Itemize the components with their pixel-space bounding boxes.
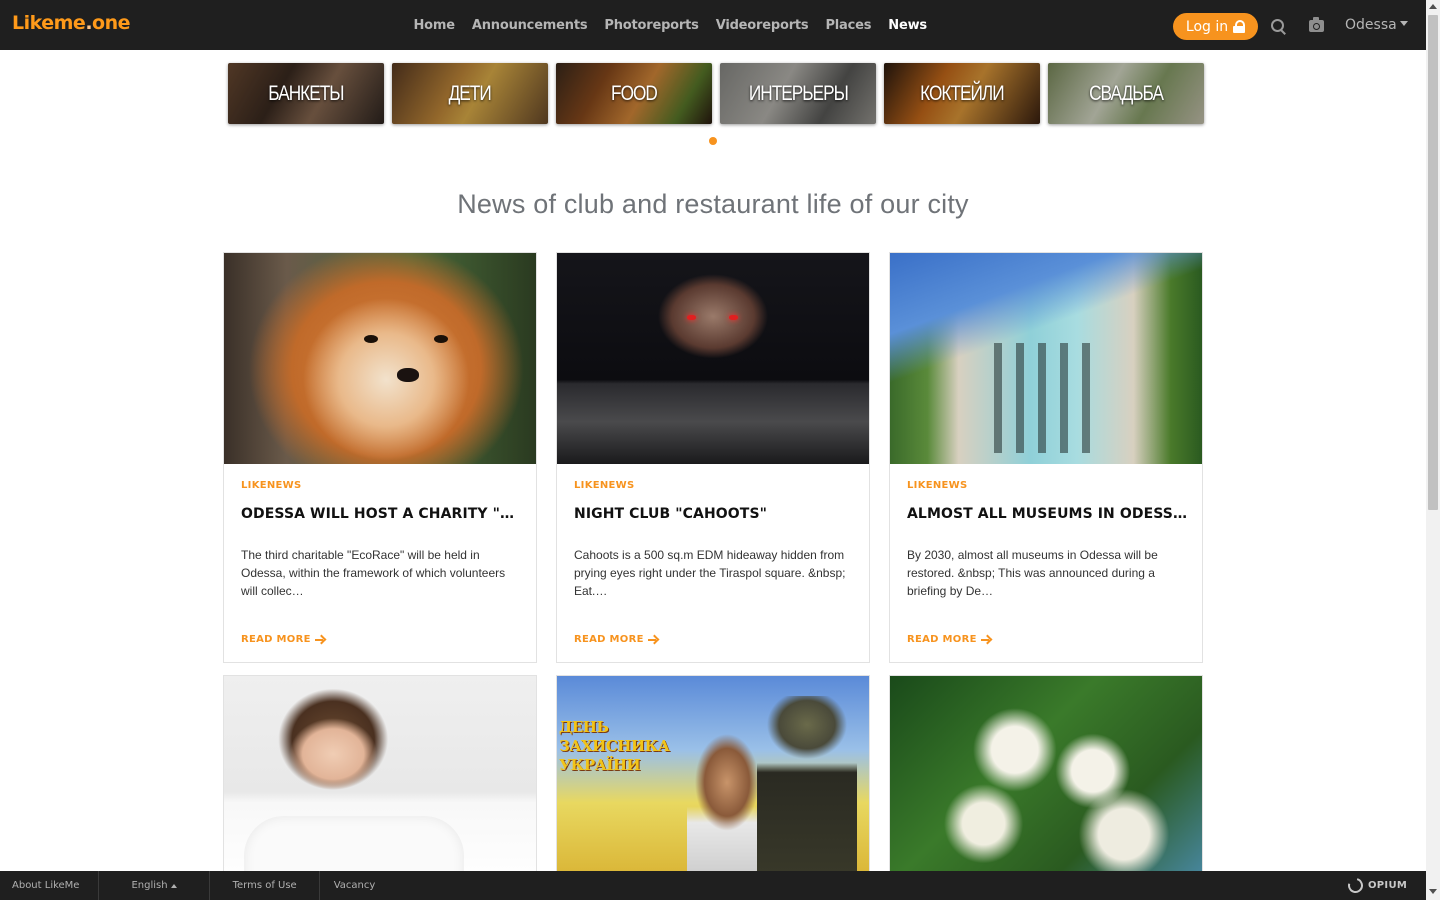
decorative-shape [434, 335, 448, 343]
news-card-title[interactable]: ODESSA WILL HOST A CHARITY "ECORACE" [241, 506, 521, 522]
login-button[interactable]: Log in [1173, 13, 1258, 40]
category-label: БАНКЕТЫ [268, 81, 344, 105]
language-label: English [131, 880, 168, 891]
category-label: КОКТЕЙЛИ [920, 81, 1004, 105]
footer-bar: About LikeMe English Terms of Use Vacanc… [0, 871, 1426, 900]
news-card-category[interactable]: LIKENEWS [241, 480, 302, 491]
page-title: News of club and restaurant life of our … [457, 189, 969, 219]
footer-about-link[interactable]: About LikeMe [0, 871, 100, 900]
top-navbar: Likeme.one Home Announcements Photorepor… [0, 0, 1426, 50]
read-more-link[interactable]: READ MORE [574, 634, 657, 645]
nav-places[interactable]: Places [825, 18, 871, 33]
nav-photoreports[interactable]: Photoreports [604, 18, 698, 33]
scroll-down-arrow-icon[interactable] [1429, 889, 1437, 894]
opium-label: OPIUM [1368, 880, 1408, 891]
language-selector[interactable]: English [99, 871, 210, 900]
news-card-body: LIKENEWS ODESSA WILL HOST A CHARITY "ECO… [224, 464, 536, 662]
read-more-label: READ MORE [241, 634, 311, 645]
arrow-right-icon [647, 635, 657, 644]
footer-terms-link[interactable]: Terms of Use [210, 871, 320, 900]
decorative-shape [687, 315, 696, 320]
news-card-excerpt: Cahoots is a 500 sq.m EDM hideaway hidde… [574, 548, 846, 598]
arrow-right-icon [980, 635, 990, 644]
arrow-right-icon [314, 635, 324, 644]
poster-line: ЗАХИСНИКА [559, 737, 670, 755]
category-carousel: БАНКЕТЫ ДЕТИ FOOD ИНТЕРЬЕРЫ КОКТЕЙЛИ СВА… [228, 63, 1204, 124]
read-more-link[interactable]: READ MORE [907, 634, 990, 645]
category-interiors[interactable]: ИНТЕРЬЕРЫ [720, 63, 876, 124]
category-label: СВАДЬБА [1089, 81, 1164, 105]
opium-logo-icon [1345, 875, 1366, 896]
city-dropdown[interactable]: Odessa [1345, 17, 1408, 33]
read-more-label: READ MORE [574, 634, 644, 645]
category-label: FOOD [611, 81, 658, 105]
news-card-image[interactable] [224, 676, 536, 887]
news-card-body: LIKENEWS ALMOST ALL MUSEUMS IN ODESSA AR… [890, 464, 1202, 662]
news-card-title[interactable]: ALMOST ALL MUSEUMS IN ODESSA ARE TO BE R… [907, 506, 1187, 522]
opium-brand[interactable]: OPIUM [1345, 875, 1408, 896]
news-card[interactable] [223, 675, 537, 887]
lock-icon [1233, 20, 1246, 33]
main-nav: Home Announcements Photoreports Videorep… [405, 0, 935, 50]
footer-vacancy-link[interactable]: Vacancy [320, 871, 376, 900]
login-button-label: Log in [1185, 18, 1229, 35]
search-icon[interactable] [1271, 19, 1287, 35]
carousel-indicator-dot[interactable] [709, 137, 717, 145]
decorative-shape [980, 343, 1100, 453]
category-wedding[interactable]: СВАДЬБА [1048, 63, 1204, 124]
scroll-up-arrow-icon[interactable] [1429, 4, 1437, 9]
poster-line: ДЕНЬ [559, 718, 609, 736]
site-logo[interactable]: Likeme.one [12, 12, 131, 34]
category-banquets[interactable]: БАНКЕТЫ [228, 63, 384, 124]
category-label: ДЕТИ [448, 81, 492, 105]
chevron-down-icon [1399, 21, 1408, 26]
nav-news[interactable]: News [888, 18, 927, 33]
decorative-shape [687, 726, 767, 887]
city-label: Odessa [1345, 17, 1397, 33]
news-card[interactable]: LIKENEWS ALMOST ALL MUSEUMS IN ODESSA AR… [889, 252, 1203, 663]
category-kids[interactable]: ДЕТИ [392, 63, 548, 124]
nav-home[interactable]: Home [414, 18, 456, 33]
news-card[interactable] [889, 675, 1203, 887]
read-more-label: READ MORE [907, 634, 977, 645]
news-card-image[interactable]: ДЕНЬ ЗАХИСНИКА УКРАЇНИ [557, 676, 869, 887]
scrollbar-thumb[interactable] [1428, 15, 1438, 510]
camera-icon[interactable] [1309, 17, 1324, 32]
nav-announcements[interactable]: Announcements [472, 18, 588, 33]
category-label: ИНТЕРЬЕРЫ [748, 81, 849, 105]
decorative-shape [729, 315, 738, 320]
news-card-image[interactable] [890, 676, 1202, 887]
read-more-link[interactable]: READ MORE [241, 634, 324, 645]
poster-text: ДЕНЬ ЗАХИСНИКА УКРАЇНИ [559, 718, 670, 775]
news-card[interactable]: LIKENEWS ODESSA WILL HOST A CHARITY "ECO… [223, 252, 537, 663]
news-card-title[interactable]: NIGHT CLUB "CAHOOTS" [574, 506, 854, 522]
page-scrollbar[interactable] [1426, 0, 1440, 900]
chevron-up-icon [170, 883, 177, 888]
news-card-excerpt: The third charitable "EcoRace" will be h… [241, 548, 506, 598]
decorative-shape [364, 335, 378, 343]
news-card-image[interactable] [890, 253, 1202, 464]
news-card-image[interactable] [557, 253, 869, 464]
decorative-shape [397, 368, 419, 382]
logo-text-end: one [92, 12, 131, 34]
news-card[interactable]: ДЕНЬ ЗАХИСНИКА УКРАЇНИ [556, 675, 870, 887]
news-card[interactable]: LIKENEWS NIGHT CLUB "CAHOOTS" Cahoots is… [556, 252, 870, 663]
category-food[interactable]: FOOD [556, 63, 712, 124]
news-card-category[interactable]: LIKENEWS [907, 480, 968, 491]
news-card-excerpt: By 2030, almost all museums in Odessa wi… [907, 548, 1158, 598]
news-card-image[interactable] [224, 253, 536, 464]
poster-line: УКРАЇНИ [559, 756, 641, 774]
category-cocktails[interactable]: КОКТЕЙЛИ [884, 63, 1040, 124]
nav-videoreports[interactable]: Videoreports [716, 18, 809, 33]
news-card-body: LIKENEWS NIGHT CLUB "CAHOOTS" Cahoots is… [557, 464, 869, 662]
news-card-category[interactable]: LIKENEWS [574, 480, 635, 491]
decorative-shape [757, 696, 857, 887]
logo-text-main: Likeme [12, 12, 86, 34]
